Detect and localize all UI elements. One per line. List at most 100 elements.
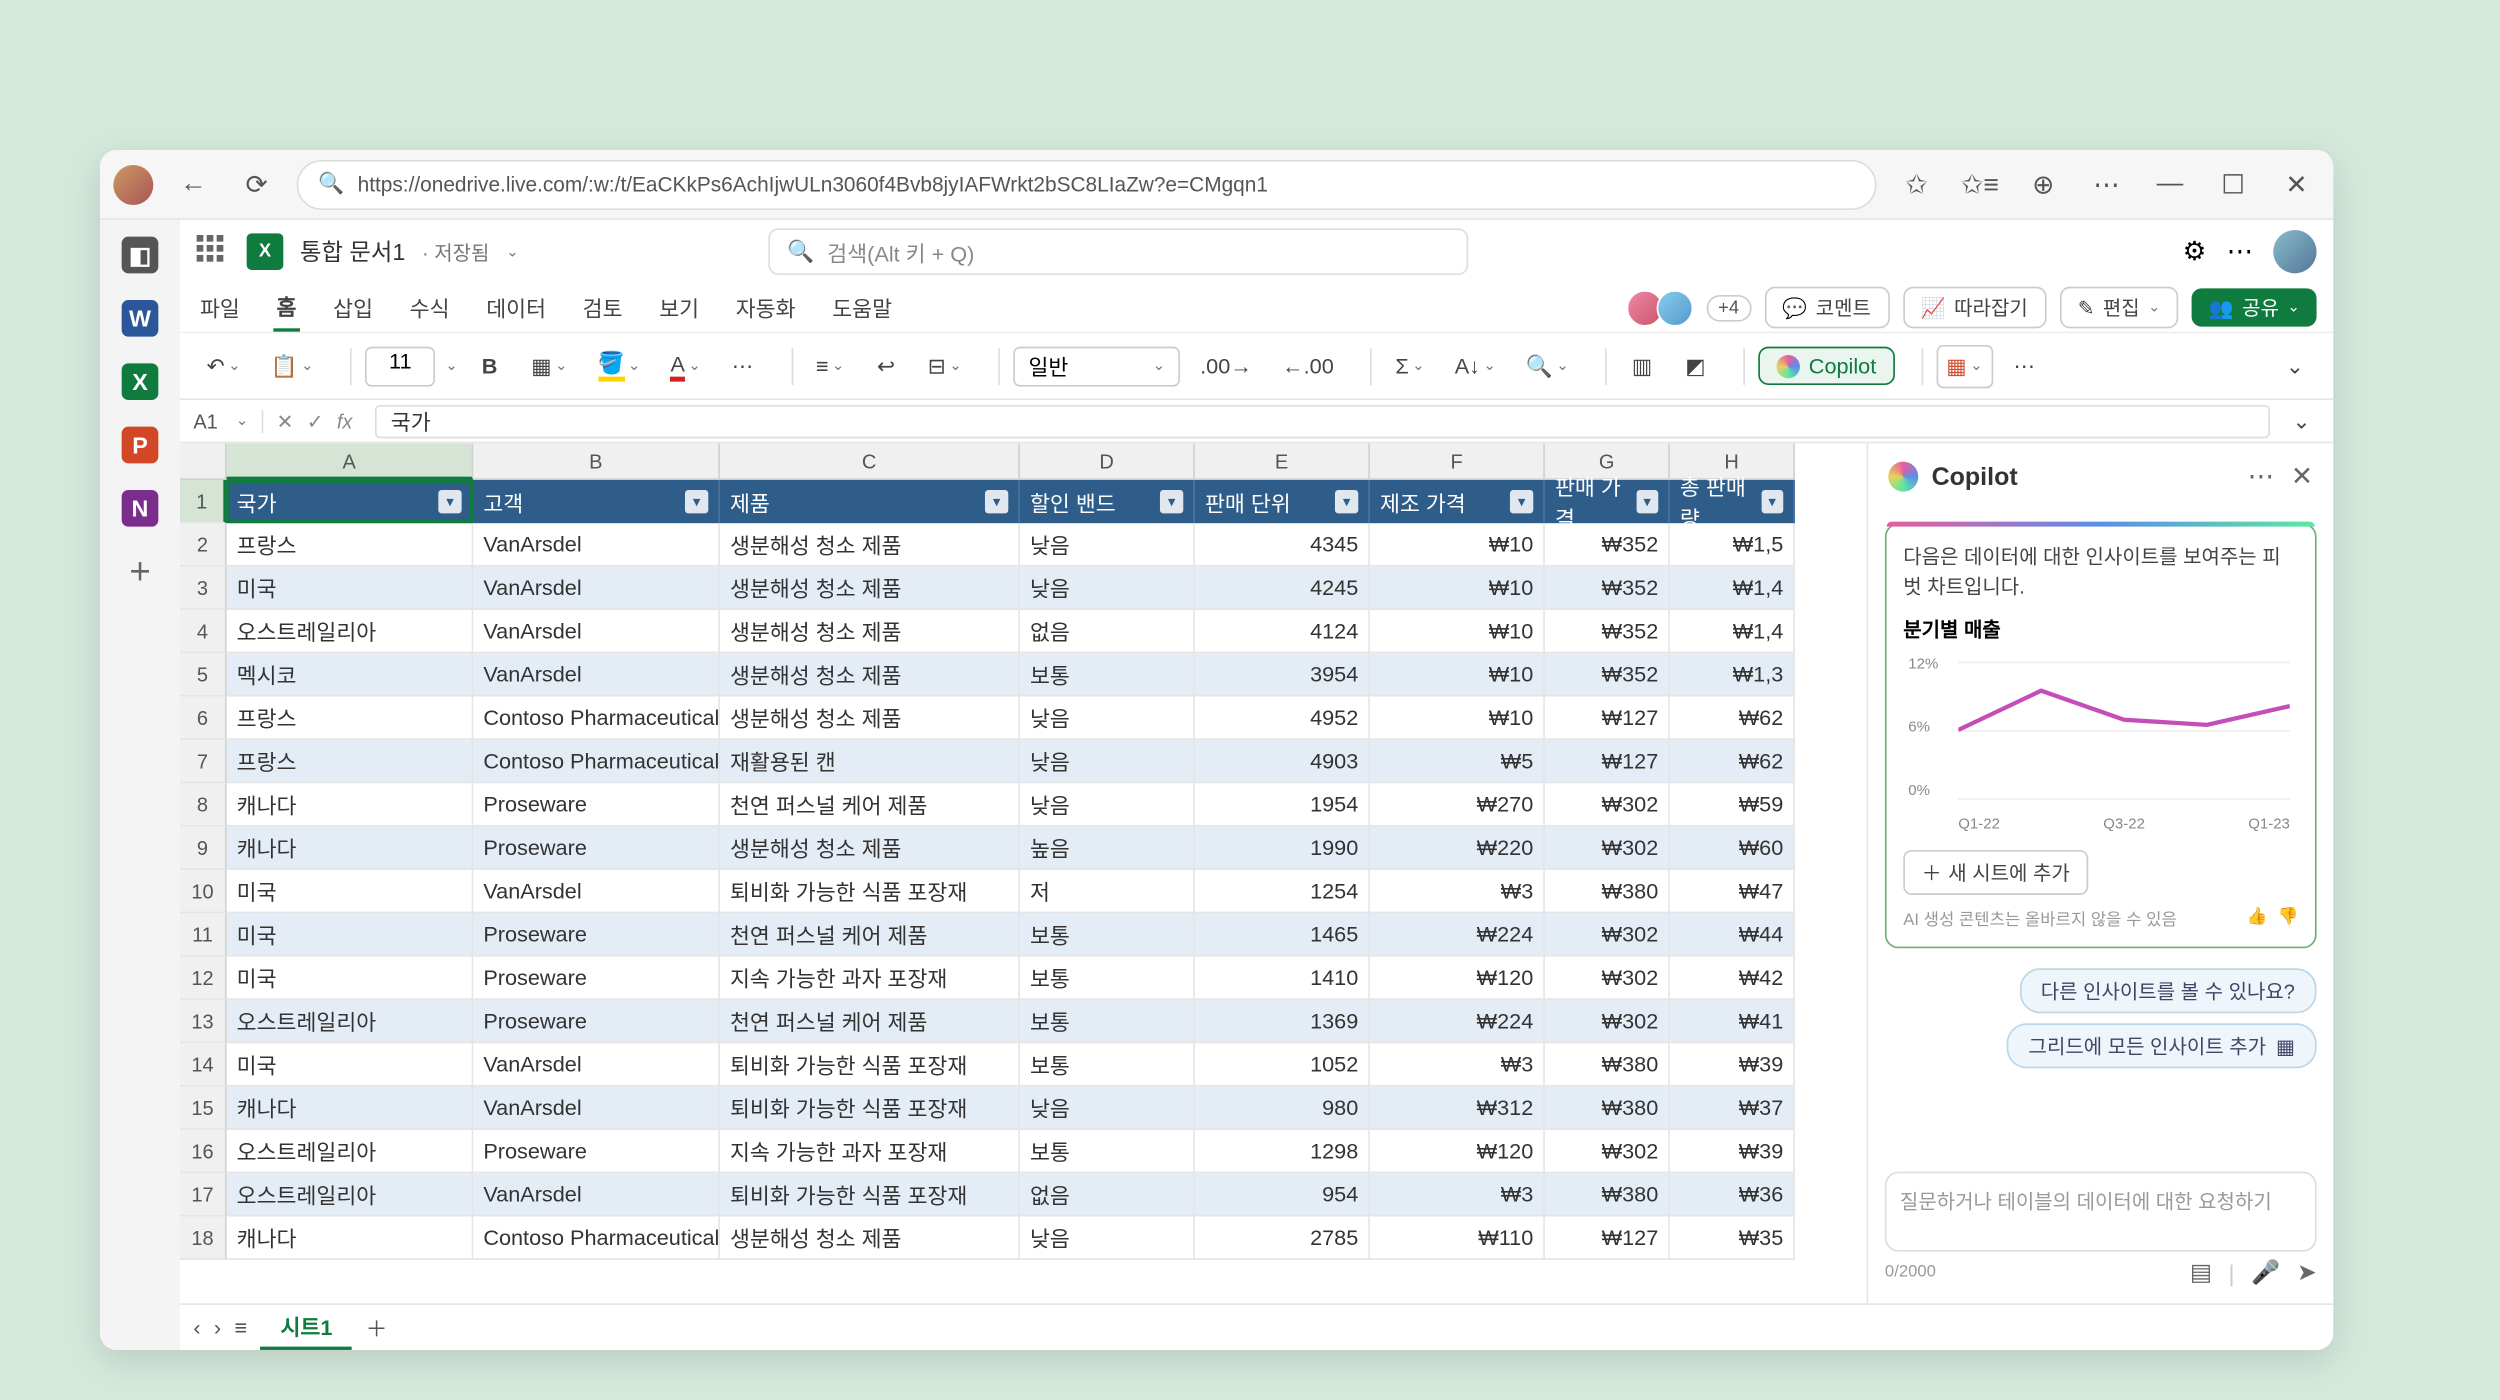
cell[interactable]: 보통 bbox=[1020, 957, 1195, 1000]
cell[interactable]: 3954 bbox=[1195, 653, 1370, 696]
mic-icon[interactable]: 🎤 bbox=[2251, 1258, 2280, 1286]
cell[interactable]: 미국 bbox=[227, 870, 474, 913]
all-sheets-icon[interactable]: ≡ bbox=[234, 1315, 247, 1340]
cell[interactable]: VanArsdel bbox=[473, 870, 720, 913]
cell[interactable]: 생분해성 청소 제품 bbox=[720, 610, 1020, 653]
cell[interactable]: 4245 bbox=[1195, 567, 1370, 610]
maximize-button[interactable]: ☐ bbox=[2210, 161, 2257, 208]
cell[interactable]: 보통 bbox=[1020, 913, 1195, 956]
address-bar[interactable]: 🔍 https://onedrive.live.com/:w:/t/EaCKkP… bbox=[297, 159, 1877, 209]
cell[interactable]: ₩10 bbox=[1370, 697, 1545, 740]
cell[interactable]: ₩3 bbox=[1370, 1173, 1545, 1216]
enter-formula-icon[interactable]: ✓ bbox=[307, 409, 324, 432]
cell[interactable]: ₩302 bbox=[1545, 827, 1670, 870]
cell[interactable]: 980 bbox=[1195, 1087, 1370, 1130]
cell[interactable]: 퇴비화 가능한 식품 포장재 bbox=[720, 1043, 1020, 1086]
cell[interactable]: 저 bbox=[1020, 870, 1195, 913]
next-sheet-icon[interactable]: › bbox=[214, 1315, 221, 1340]
decrease-decimal-button[interactable]: ←.00 bbox=[1272, 344, 1344, 387]
filter-dropdown-icon[interactable]: ▾ bbox=[985, 490, 1008, 513]
suggestion-more-insights[interactable]: 다른 인사이트를 볼 수 있나요? bbox=[2019, 968, 2316, 1013]
favorites-bar-icon[interactable]: ✩≡ bbox=[1957, 161, 2004, 208]
cell[interactable]: ₩127 bbox=[1545, 740, 1670, 783]
search-box[interactable]: 🔍 검색(Alt 키 + Q) bbox=[769, 228, 1469, 275]
cell[interactable]: ₩302 bbox=[1545, 783, 1670, 826]
new-sheet-icon[interactable]: ＋ bbox=[366, 1312, 388, 1344]
refresh-button[interactable]: ⟳ bbox=[233, 161, 280, 208]
cell[interactable]: ₩127 bbox=[1545, 697, 1670, 740]
row-header[interactable]: 1 bbox=[180, 480, 227, 523]
row-header[interactable]: 13 bbox=[180, 1000, 227, 1043]
cell[interactable]: ₩41 bbox=[1670, 1000, 1795, 1043]
title-dropdown-icon[interactable]: ⌄ bbox=[506, 242, 519, 260]
cell[interactable]: ₩10 bbox=[1370, 653, 1545, 696]
filter-dropdown-icon[interactable]: ▾ bbox=[1335, 490, 1358, 513]
cell[interactable]: 퇴비화 가능한 식품 포장재 bbox=[720, 870, 1020, 913]
cell[interactable]: ₩62 bbox=[1670, 740, 1795, 783]
cell[interactable]: 낮음 bbox=[1020, 697, 1195, 740]
bold-button[interactable]: B bbox=[468, 344, 511, 387]
settings-icon[interactable]: ⚙ bbox=[2183, 235, 2207, 268]
cell[interactable]: ₩302 bbox=[1545, 1000, 1670, 1043]
comments-button[interactable]: 💬 코멘트 bbox=[1764, 287, 1889, 329]
row-header[interactable]: 18 bbox=[180, 1217, 227, 1260]
expand-formula-icon[interactable]: ⌄ bbox=[2280, 399, 2323, 442]
prev-sheet-icon[interactable]: ‹ bbox=[193, 1315, 200, 1340]
cell[interactable]: ₩127 bbox=[1545, 1217, 1670, 1260]
rail-add-icon[interactable]: ＋ bbox=[122, 553, 159, 590]
sort-button[interactable]: A↓⌄ bbox=[1445, 344, 1506, 387]
cell[interactable]: 천연 퍼스널 케어 제품 bbox=[720, 913, 1020, 956]
cell[interactable]: VanArsdel bbox=[473, 523, 720, 566]
filter-dropdown-icon[interactable]: ▾ bbox=[1510, 490, 1533, 513]
cell[interactable]: ₩39 bbox=[1670, 1130, 1795, 1173]
row-header[interactable]: 7 bbox=[180, 740, 227, 783]
row-header[interactable]: 3 bbox=[180, 567, 227, 610]
cell[interactable]: 프랑스 bbox=[227, 523, 474, 566]
row-header[interactable]: 11 bbox=[180, 913, 227, 956]
cell[interactable]: Proseware bbox=[473, 1000, 720, 1043]
table-header-cell[interactable]: 제조 가격▾ bbox=[1370, 480, 1545, 523]
font-color-button[interactable]: A⌄ bbox=[660, 344, 710, 387]
row-header[interactable]: 17 bbox=[180, 1173, 227, 1216]
suggestion-add-all[interactable]: 그리드에 모든 인사이트 추가 ▦ bbox=[2007, 1023, 2317, 1068]
toolbar-overflow-icon[interactable]: ⋯ bbox=[2003, 344, 2046, 387]
tab-data[interactable]: 데이터 bbox=[483, 285, 549, 330]
presence-avatars[interactable] bbox=[1633, 289, 1693, 326]
table-header-cell[interactable]: 판매 단위▾ bbox=[1195, 480, 1370, 523]
filter-dropdown-icon[interactable]: ▾ bbox=[1636, 490, 1658, 513]
cell[interactable]: ₩10 bbox=[1370, 567, 1545, 610]
number-format-dropdown[interactable]: 일반⌄ bbox=[1014, 346, 1181, 386]
cell[interactable]: 재활용된 캔 bbox=[720, 740, 1020, 783]
cell[interactable]: 지속 가능한 과자 포장재 bbox=[720, 1130, 1020, 1173]
cell[interactable]: ₩380 bbox=[1545, 1087, 1670, 1130]
cell[interactable]: 캐나다 bbox=[227, 827, 474, 870]
cell[interactable]: 오스트레일리아 bbox=[227, 1173, 474, 1216]
cell[interactable]: 생분해성 청소 제품 bbox=[720, 523, 1020, 566]
cell[interactable]: ₩352 bbox=[1545, 523, 1670, 566]
filter-dropdown-icon[interactable]: ▾ bbox=[438, 490, 461, 513]
cell[interactable]: Proseware bbox=[473, 783, 720, 826]
copilot-input[interactable]: 질문하거나 테이블의 데이터에 대한 요청하기 bbox=[1885, 1172, 2317, 1252]
tab-review[interactable]: 검토 bbox=[579, 285, 626, 330]
row-header[interactable]: 15 bbox=[180, 1087, 227, 1130]
cell[interactable]: ₩1,5 bbox=[1670, 523, 1795, 566]
cell[interactable]: ₩380 bbox=[1545, 870, 1670, 913]
borders-button[interactable]: ▦⌄ bbox=[521, 344, 577, 387]
cell[interactable]: 오스트레일리아 bbox=[227, 1000, 474, 1043]
cell[interactable]: ₩3 bbox=[1370, 1043, 1545, 1086]
more-icon[interactable]: ⋯ bbox=[2083, 161, 2130, 208]
cell[interactable]: ₩35 bbox=[1670, 1217, 1795, 1260]
fill-color-button[interactable]: 🪣⌄ bbox=[588, 344, 651, 387]
merge-button[interactable]: ⊟⌄ bbox=[918, 344, 972, 387]
collapse-ribbon-icon[interactable]: ⌄ bbox=[2273, 344, 2316, 387]
cell[interactable]: ₩3 bbox=[1370, 870, 1545, 913]
filter-dropdown-icon[interactable]: ▾ bbox=[685, 490, 708, 513]
formula-input[interactable]: 국가 bbox=[376, 404, 2270, 437]
cell[interactable]: ₩42 bbox=[1670, 957, 1795, 1000]
app-launcher-icon[interactable] bbox=[197, 235, 230, 268]
cancel-formula-icon[interactable]: ✕ bbox=[277, 409, 294, 432]
table-header-cell[interactable]: 할인 밴드▾ bbox=[1020, 480, 1195, 523]
copilot-more-icon[interactable]: ⋯ bbox=[2248, 460, 2275, 493]
cell[interactable]: 보통 bbox=[1020, 653, 1195, 696]
cell[interactable]: VanArsdel bbox=[473, 610, 720, 653]
